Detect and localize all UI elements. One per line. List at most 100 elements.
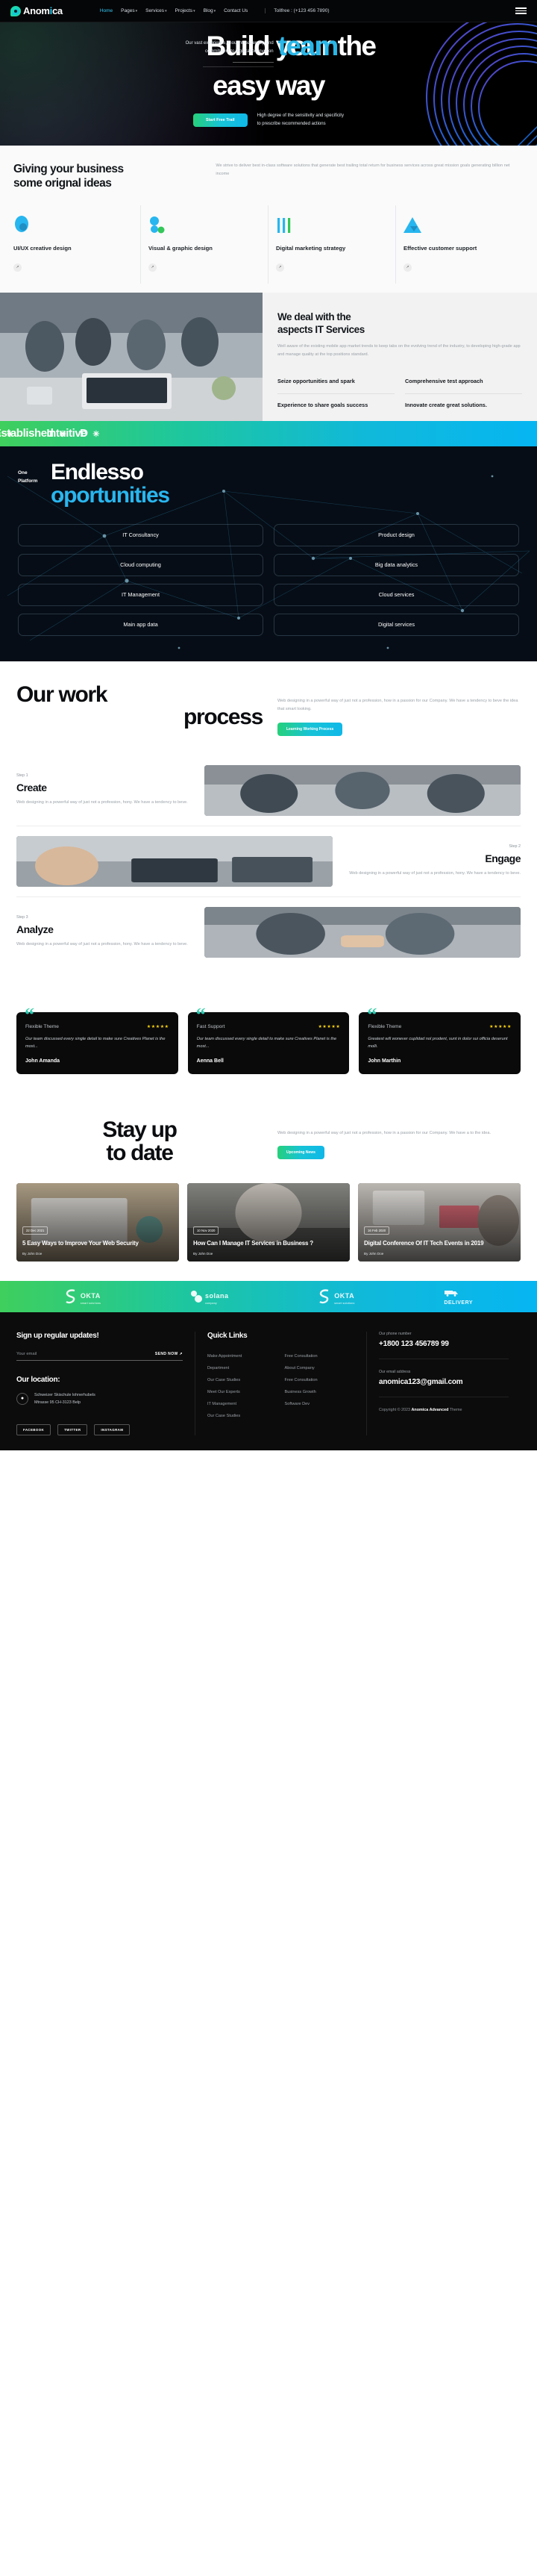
service-item[interactable]: Innovate create great solutions.: [405, 394, 522, 417]
upcoming-news-button[interactable]: Upcoming News: [277, 1145, 324, 1159]
email-input[interactable]: [16, 1351, 155, 1356]
nav-item-blog[interactable]: Blog▾: [204, 8, 216, 13]
blog-author: By John Doe: [193, 1251, 213, 1256]
step-body: Web designing in a powerful way of just …: [16, 941, 188, 946]
divider: [202, 66, 274, 68]
twitter-link[interactable]: TWITTER: [57, 1423, 88, 1435]
pill-cloud-computing[interactable]: Cloud computing: [18, 553, 263, 576]
blog-card[interactable]: 22 Dec 2021 5 Easy Ways to Improve Your …: [16, 1182, 179, 1262]
tollfree-number[interactable]: Tollfree : (+123 456 7890): [265, 8, 330, 13]
step-photo: [204, 906, 521, 958]
quick-link[interactable]: Our Case Studies: [207, 1374, 277, 1386]
start-free-trial-button[interactable]: Start Free Trail: [193, 113, 248, 128]
quick-link[interactable]: Department: [207, 1362, 277, 1374]
idea-card-uiux[interactable]: UI/UX creative design ↗: [13, 205, 141, 284]
menu-icon[interactable]: [515, 7, 527, 14]
work-step-3: Step 3 Analyze Web designing in a powerf…: [16, 896, 521, 967]
quick-link[interactable]: Free Consultation: [285, 1350, 355, 1362]
nav-item-services[interactable]: Services▾: [145, 8, 166, 13]
arrow-link-icon[interactable]: ↗: [13, 263, 22, 272]
work-process-heading: Our work process: [16, 682, 263, 730]
signup-title: Sign up regular updates!: [16, 1331, 99, 1340]
partner-logo-okta-2: OKTA smart solutions: [318, 1288, 354, 1305]
partner-logo-delivery: DELIVERY: [444, 1287, 473, 1306]
idea-card-digital-marketing[interactable]: Digital marketing strategy ↗: [268, 205, 396, 284]
partner-logo-strip: OKTA smart solutions solana company OKTA sm…: [0, 1280, 537, 1312]
quick-link[interactable]: Our Case Studies: [207, 1410, 277, 1422]
service-item[interactable]: Comprehensive test approach: [405, 370, 522, 394]
arrow-link-icon[interactable]: ↗: [403, 263, 412, 272]
testimonial-card: “ Flexible Theme ★★★★★ Our team discussed…: [16, 1005, 178, 1075]
quick-link[interactable]: Software Dev: [285, 1398, 355, 1410]
facebook-link[interactable]: FACEBOOK: [16, 1423, 51, 1435]
main-nav: Home Pages▾ Services▾ Projects▾ Blog▾ Co…: [100, 8, 330, 13]
two-circles-icon: [148, 216, 259, 235]
footer-quicklinks-column: Quick Links Make Appointment Free Consul…: [195, 1331, 367, 1435]
service-item[interactable]: Seize opportunities and spark: [277, 370, 395, 394]
idea-title: Visual & graphic design: [148, 245, 213, 252]
idea-title: Effective customer support: [403, 245, 477, 252]
step-photo: [16, 835, 333, 887]
hero-cta-note: High degree of the sensitivity and speci…: [257, 113, 344, 127]
nav-item-contact-us[interactable]: Contact Us: [224, 8, 248, 13]
send-now-button[interactable]: SEND NOW ↗: [155, 1352, 183, 1356]
brand-logo[interactable]: Anomica: [10, 5, 63, 16]
testimonial-body: Our team discussed every single detail t…: [196, 1036, 337, 1050]
quick-link[interactable]: Make Appointment: [207, 1350, 277, 1362]
work-process-paragraph: Web designing in a powerful way of just …: [277, 698, 518, 712]
team-photo: [0, 292, 263, 421]
it-services-section: We deal with the aspects IT Services Well…: [0, 292, 537, 421]
pill-digital-services[interactable]: Digital services: [274, 613, 519, 636]
quick-link[interactable]: Free Consultation: [285, 1374, 355, 1386]
step-body: Web designing in a powerful way of just …: [349, 870, 521, 876]
pill-cloud-services[interactable]: Cloud services: [274, 583, 519, 606]
ideas-paragraph: We strive to deliver best in-class softw…: [216, 163, 510, 177]
ideas-grid: UI/UX creative design ↗ Visual & graphic…: [13, 205, 524, 284]
blog-author: By John Doe: [22, 1251, 43, 1256]
arrow-link-icon[interactable]: ↗: [276, 263, 284, 272]
idea-card-visual-graphic[interactable]: Visual & graphic design ↗: [141, 205, 268, 284]
bars-icon: [276, 216, 386, 235]
it-services-heading: We deal with the aspects IT Services: [277, 311, 365, 335]
marquee-text: utomation✳Established✳Intuitive✳D: [0, 427, 100, 440]
quick-link[interactable]: About Company: [285, 1362, 355, 1374]
learning-working-process-button[interactable]: Learning Working Process: [277, 722, 343, 736]
arrow-link-icon[interactable]: ↗: [148, 263, 157, 272]
marquee-banner: utomation✳Established✳Intuitive✳D: [0, 420, 537, 446]
blog-cards: 22 Dec 2021 5 Easy Ways to Improve Your …: [16, 1182, 521, 1262]
platform-section: One Platform Endlesso oportunities IT Cons…: [0, 446, 537, 661]
idea-card-customer-support[interactable]: Effective customer support ↗: [396, 205, 524, 283]
quick-link[interactable]: Business Growth: [285, 1386, 355, 1398]
step-label: Step 1: [16, 773, 28, 778]
quick-link[interactable]: Meet Our Experts: [207, 1386, 277, 1398]
testimonial-author: Aenna Bell: [196, 1058, 224, 1064]
quote-icon: “: [195, 1003, 206, 1026]
brand-name: Anomica: [23, 5, 63, 16]
pill-main-app-data[interactable]: Main app data: [18, 613, 263, 636]
service-item[interactable]: Experience to share goals success: [277, 394, 395, 417]
blog-card[interactable]: 10 Nov 2020 How Can I Manage IT Services…: [187, 1182, 350, 1262]
hero-section: Build your Our vast experience, thought …: [0, 22, 537, 146]
partner-logo-okta: OKTA smart solutions: [64, 1288, 101, 1305]
quick-link[interactable]: IT Management: [207, 1398, 277, 1410]
pill-big-data-analytics[interactable]: Big data analytics: [274, 553, 519, 576]
work-process-section: Our work process Web designing in a power…: [0, 661, 537, 975]
rating-stars: ★★★★★: [146, 1024, 169, 1029]
phone-value[interactable]: +1800 123 456789 99: [379, 1340, 509, 1348]
step-label: Step 3: [16, 914, 28, 920]
email-value[interactable]: anomica123@gmail.com: [379, 1378, 509, 1386]
pill-it-consultancy[interactable]: IT Consultancy: [18, 523, 263, 546]
nav-item-home[interactable]: Home: [100, 8, 113, 13]
testimonial-card: “ Fast Support ★★★★★ Our team discussed e…: [187, 1005, 350, 1075]
hero-cta-row: Start Free Trail High degree of the sens…: [0, 112, 537, 129]
nav-item-pages[interactable]: Pages▾: [121, 8, 137, 13]
blog-section: Stay up to date Web designing in a powerf…: [0, 1097, 537, 1281]
location-pin-icon: ●: [16, 1392, 28, 1405]
nav-item-projects[interactable]: Projects▾: [175, 8, 195, 13]
instagram-link[interactable]: INSTAGRAM: [94, 1423, 131, 1435]
blog-card[interactable]: 16 Feb 2020 Digital Conference Of IT Tec…: [358, 1182, 521, 1262]
chevron-down-icon: ▾: [193, 9, 195, 13]
pill-it-management[interactable]: IT Management: [18, 583, 263, 606]
circle-dot-icon: [13, 216, 131, 235]
pill-product-design[interactable]: Product design: [274, 523, 519, 546]
